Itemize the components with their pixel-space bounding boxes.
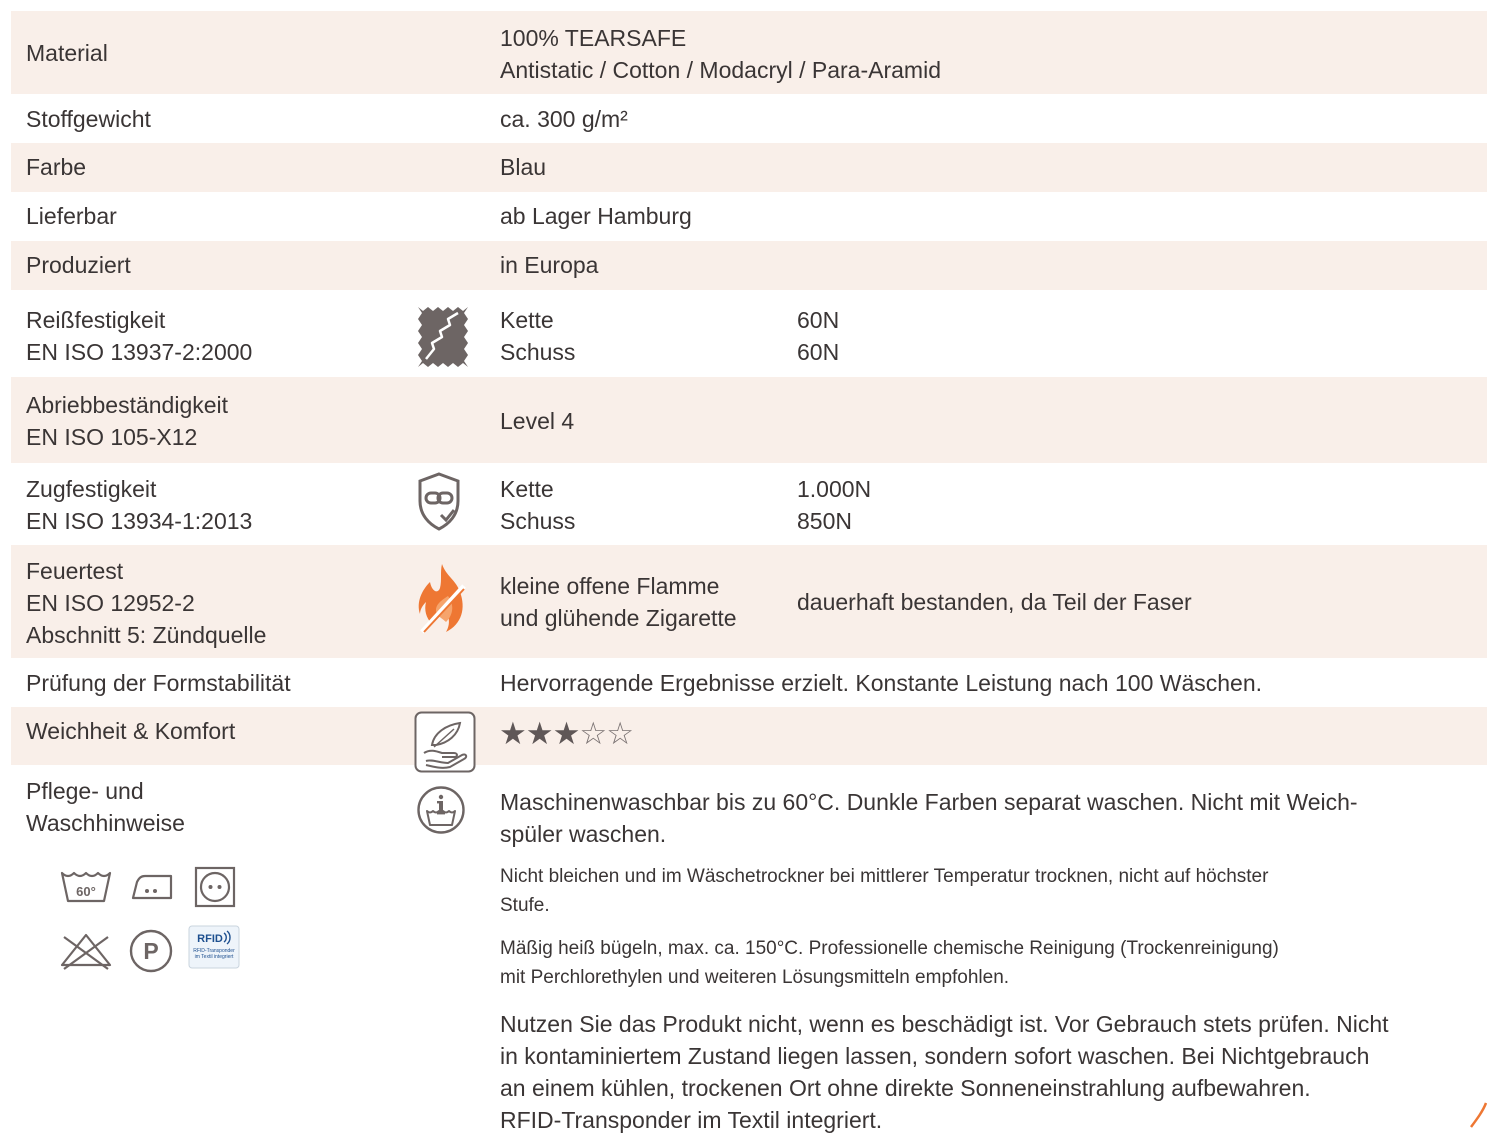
softness-label: Weichheit & Komfort — [26, 715, 235, 747]
row-material: Material 100% TEARSAFE Antistatic / Cott… — [11, 11, 1487, 94]
star-filled-icon: ★ — [526, 716, 553, 751]
row-care: Pflege- und Waschhinweise 60° — [11, 765, 1487, 1143]
row-delivery: Lieferbar ab Lager Hamburg — [11, 192, 1487, 241]
abrasion-label-1: Abriebbeständigkeit — [26, 389, 228, 421]
flame-icon — [416, 562, 470, 642]
tensile-label-1: Zugfestigkeit — [26, 473, 156, 505]
torn-fabric-icon — [416, 305, 470, 375]
abrasion-label-2: EN ISO 105-X12 — [26, 421, 197, 453]
professional-clean-p-icon: P — [128, 928, 174, 980]
care-label-2: Waschhinweise — [26, 807, 185, 839]
material-value-2: Antistatic / Cotton / Modacryl / Para-Ar… — [500, 54, 941, 86]
rfid-badge-icon: RFID RFID-Transponder im Textil integrie… — [188, 925, 240, 975]
fire-result: dauerhaft bestanden, da Teil der Faser — [797, 586, 1192, 618]
produced-value: in Europa — [500, 249, 598, 281]
star-filled-icon: ★ — [553, 716, 580, 751]
material-label: Material — [26, 37, 108, 69]
stability-value: Hervorragende Ergebnisse erzielt. Konsta… — [500, 667, 1262, 699]
care-p1-line2: spüler waschen. — [500, 818, 666, 850]
no-bleach-icon — [58, 931, 114, 977]
fire-label-2: EN ISO 12952-2 — [26, 587, 195, 619]
star-empty-icon: ☆ — [606, 716, 633, 751]
wash-60-icon: 60° — [60, 869, 112, 911]
tear-label-2: EN ISO 13937-2:2000 — [26, 336, 252, 368]
produced-label: Produziert — [26, 249, 131, 281]
color-label: Farbe — [26, 151, 86, 183]
row-color: Farbe Blau — [11, 143, 1487, 192]
tensile-value-warp: 1.000N — [797, 473, 871, 505]
tear-key-weft: Schuss — [500, 336, 575, 368]
delivery-value: ab Lager Hamburg — [500, 200, 692, 232]
row-softness: Weichheit & Komfort ★★★☆☆ — [11, 707, 1487, 765]
tensile-value-weft: 850N — [797, 505, 852, 537]
care-p4-line4: RFID-Transponder im Textil integriert. — [500, 1104, 882, 1136]
product-spec-table: Material 100% TEARSAFE Antistatic / Cott… — [11, 11, 1487, 1143]
fire-value-2: und glühende Zigarette — [500, 602, 737, 634]
row-stability: Prüfung der Formstabilität Hervorragende… — [11, 658, 1487, 707]
care-p1-line1: Maschinenwaschbar bis zu 60°C. Dunkle Fa… — [500, 786, 1358, 818]
abrasion-value: Level 4 — [500, 405, 574, 437]
tensile-label-2: EN ISO 13934-1:2013 — [26, 505, 252, 537]
delivery-label: Lieferbar — [26, 200, 117, 232]
corner-accent-decoration — [1467, 1101, 1487, 1135]
fire-value-1: kleine offene Flamme — [500, 570, 719, 602]
softness-rating: ★★★☆☆ — [499, 717, 633, 751]
care-p2-line1: Nicht bleichen und im Wäschetrockner bei… — [500, 862, 1268, 891]
care-p4-line1: Nutzen Sie das Produkt nicht, wenn es be… — [500, 1008, 1389, 1040]
tear-key-warp: Kette — [500, 304, 554, 336]
row-tear-strength: Reißfestigkeit EN ISO 13937-2:2000 Kette… — [11, 290, 1487, 377]
weight-value: ca. 300 g/m² — [500, 103, 628, 135]
tear-value-warp: 60N — [797, 304, 839, 336]
tear-value-weft: 60N — [797, 336, 839, 368]
tear-label-1: Reißfestigkeit — [26, 304, 165, 336]
care-label-1: Pflege- und — [26, 775, 144, 807]
weight-label: Stoffgewicht — [26, 103, 151, 135]
row-weight: Stoffgewicht ca. 300 g/m² — [11, 94, 1487, 143]
star-filled-icon: ★ — [499, 716, 526, 751]
star-empty-icon: ☆ — [579, 716, 606, 751]
fire-label-1: Feuertest — [26, 555, 123, 587]
row-fire-test: Feuertest EN ISO 12952-2 Abschnitt 5: Zü… — [11, 545, 1487, 658]
care-p3-line1: Mäßig heiß bügeln, max. ca. 150°C. Profe… — [500, 934, 1279, 963]
shield-chain-icon — [416, 471, 462, 539]
wash-info-icon — [416, 785, 466, 841]
wash-60-text: 60° — [76, 884, 96, 899]
tensile-key-warp: Kette — [500, 473, 554, 505]
professional-clean-letter: P — [143, 938, 158, 964]
material-value-1: 100% TEARSAFE — [500, 22, 686, 54]
row-produced: Produziert in Europa — [11, 241, 1487, 290]
color-value: Blau — [500, 151, 546, 183]
rfid-title: RFID — [197, 933, 223, 945]
iron-medium-icon — [129, 870, 175, 908]
care-p4-line3: an einem kühlen, trockenen Ort ohne dire… — [500, 1072, 1311, 1104]
fire-label-3: Abschnitt 5: Zündquelle — [26, 619, 266, 651]
care-p2-line2: Stufe. — [500, 891, 550, 920]
tensile-key-weft: Schuss — [500, 505, 575, 537]
row-abrasion: Abriebbeständigkeit EN ISO 105-X12 Level… — [11, 377, 1487, 463]
tumble-dry-medium-icon — [194, 866, 236, 914]
care-p4-line2: in kontaminiertem Zustand liegen lassen,… — [500, 1040, 1369, 1072]
row-tensile-strength: Zugfestigkeit EN ISO 13934-1:2013 Kette … — [11, 463, 1487, 545]
rfid-sub-2: im Textil integriert — [195, 954, 234, 960]
care-p3-line2: mit Perchlorethylen und weiteren Lösungs… — [500, 963, 1009, 992]
stability-label: Prüfung der Formstabilität — [26, 667, 291, 699]
